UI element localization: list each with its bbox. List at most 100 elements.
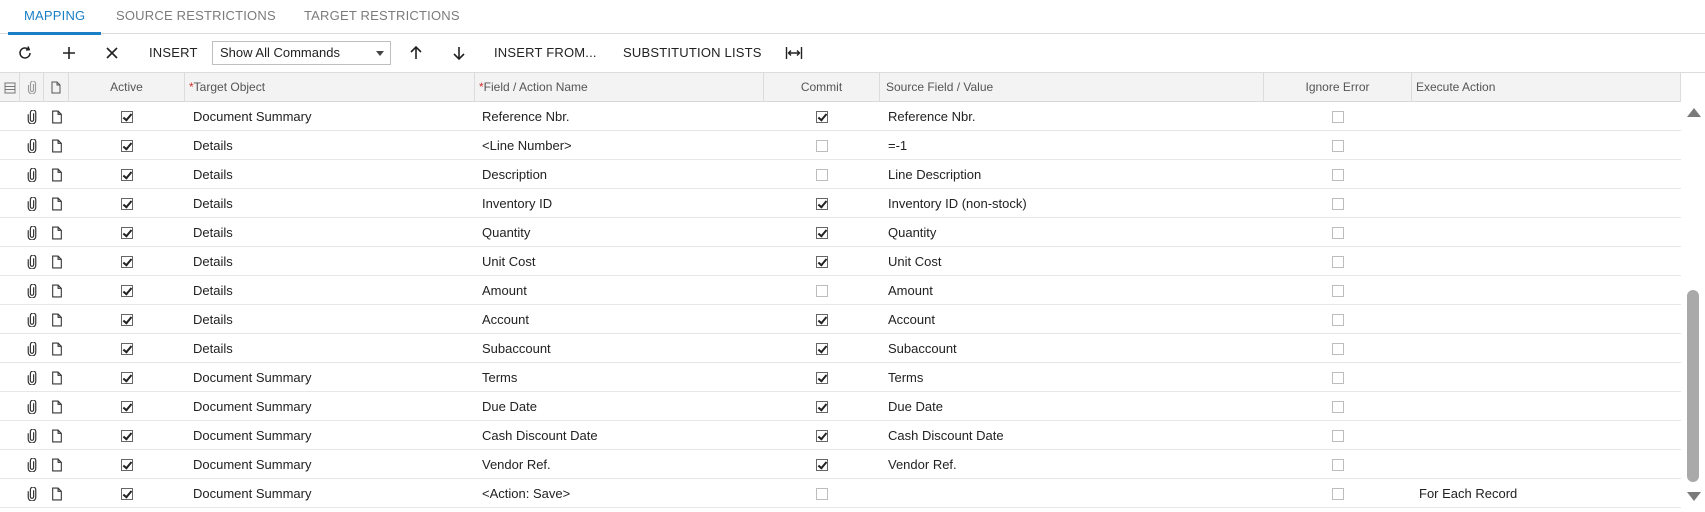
ignore-error-checkbox[interactable] <box>1332 255 1344 268</box>
execute-action-cell[interactable] <box>1419 218 1681 247</box>
commit-checkbox[interactable] <box>816 458 828 471</box>
source-field-cell[interactable]: Quantity <box>888 218 1264 247</box>
attachment-icon[interactable] <box>20 421 44 450</box>
table-row[interactable]: Details Description Line Description <box>0 160 1681 189</box>
commit-checkbox-cell[interactable] <box>764 218 880 247</box>
note-icon[interactable] <box>44 247 69 276</box>
target-object-cell[interactable]: Details <box>193 189 475 218</box>
source-field-cell[interactable]: Inventory ID (non-stock) <box>888 189 1264 218</box>
commit-checkbox[interactable] <box>816 313 828 326</box>
ignore-error-checkbox-cell[interactable] <box>1264 189 1412 218</box>
active-checkbox[interactable] <box>121 342 133 355</box>
active-checkbox[interactable] <box>121 429 133 442</box>
ignore-error-checkbox[interactable] <box>1332 313 1344 326</box>
table-row[interactable]: Details Unit Cost Unit Cost <box>0 247 1681 276</box>
column-header-ignore-error[interactable]: Ignore Error <box>1264 73 1412 102</box>
ignore-error-checkbox[interactable] <box>1332 168 1344 181</box>
execute-action-cell[interactable] <box>1419 131 1681 160</box>
attachment-icon[interactable] <box>20 305 44 334</box>
tab-source-restrictions[interactable]: SOURCE RESTRICTIONS <box>116 0 276 34</box>
commit-checkbox-cell[interactable] <box>764 334 880 363</box>
insert-from-button[interactable]: INSERT FROM... <box>494 41 597 65</box>
field-action-cell[interactable]: Description <box>482 160 764 189</box>
target-object-cell[interactable]: Details <box>193 160 475 189</box>
note-icon[interactable] <box>44 334 69 363</box>
ignore-error-checkbox[interactable] <box>1332 197 1344 210</box>
commit-checkbox-cell[interactable] <box>764 392 880 421</box>
ignore-error-checkbox[interactable] <box>1332 226 1344 239</box>
execute-action-cell[interactable] <box>1419 334 1681 363</box>
note-icon[interactable] <box>44 218 69 247</box>
source-field-cell[interactable]: Vendor Ref. <box>888 450 1264 479</box>
note-icon[interactable] <box>44 102 69 131</box>
commands-select[interactable]: Show All Commands <box>212 41 391 65</box>
source-field-cell[interactable]: Account <box>888 305 1264 334</box>
attachment-icon[interactable] <box>20 160 44 189</box>
attachment-icon[interactable] <box>20 392 44 421</box>
substitution-lists-button[interactable]: SUBSTITUTION LISTS <box>623 41 762 65</box>
source-field-cell[interactable] <box>888 479 1264 508</box>
execute-action-cell[interactable] <box>1419 160 1681 189</box>
source-field-cell[interactable]: Terms <box>888 363 1264 392</box>
commit-checkbox-cell[interactable] <box>764 276 880 305</box>
commit-checkbox-cell[interactable] <box>764 247 880 276</box>
active-checkbox-cell[interactable] <box>69 363 185 392</box>
attachment-icon[interactable] <box>20 363 44 392</box>
ignore-error-checkbox-cell[interactable] <box>1264 131 1412 160</box>
active-checkbox-cell[interactable] <box>69 276 185 305</box>
close-icon[interactable] <box>101 41 123 65</box>
ignore-error-checkbox-cell[interactable] <box>1264 102 1412 131</box>
note-icon[interactable] <box>44 479 69 508</box>
target-object-cell[interactable]: Details <box>193 305 475 334</box>
target-object-cell[interactable]: Details <box>193 247 475 276</box>
field-action-cell[interactable]: Vendor Ref. <box>482 450 764 479</box>
scroll-up-icon[interactable] <box>1687 108 1701 117</box>
target-object-cell[interactable]: Document Summary <box>193 450 475 479</box>
ignore-error-checkbox[interactable] <box>1332 429 1344 442</box>
field-action-cell[interactable]: Cash Discount Date <box>482 421 764 450</box>
field-action-cell[interactable]: <Line Number> <box>482 131 764 160</box>
source-field-cell[interactable]: Unit Cost <box>888 247 1264 276</box>
ignore-error-checkbox-cell[interactable] <box>1264 450 1412 479</box>
active-checkbox-cell[interactable] <box>69 305 185 334</box>
attachment-icon[interactable] <box>20 218 44 247</box>
attachment-icon[interactable] <box>20 276 44 305</box>
ignore-error-checkbox-cell[interactable] <box>1264 305 1412 334</box>
execute-action-cell[interactable] <box>1419 189 1681 218</box>
execute-action-cell[interactable] <box>1419 247 1681 276</box>
commit-checkbox[interactable] <box>816 342 828 355</box>
note-icon[interactable] <box>44 450 69 479</box>
note-icon[interactable] <box>44 276 69 305</box>
table-row[interactable]: Document Summary Cash Discount Date Cash D… <box>0 421 1681 450</box>
table-row[interactable]: Details <Line Number> =-1 <box>0 131 1681 160</box>
target-object-cell[interactable]: Document Summary <box>193 479 475 508</box>
commit-checkbox-cell[interactable] <box>764 160 880 189</box>
field-action-cell[interactable]: Terms <box>482 363 764 392</box>
active-checkbox-cell[interactable] <box>69 102 185 131</box>
table-row[interactable]: Details Subaccount Subaccount <box>0 334 1681 363</box>
commit-checkbox[interactable] <box>816 487 828 500</box>
execute-action-cell[interactable] <box>1419 305 1681 334</box>
ignore-error-checkbox-cell[interactable] <box>1264 218 1412 247</box>
source-field-cell[interactable]: Subaccount <box>888 334 1264 363</box>
commit-checkbox[interactable] <box>816 226 828 239</box>
attachment-icon[interactable] <box>20 102 44 131</box>
ignore-error-checkbox[interactable] <box>1332 139 1344 152</box>
table-row[interactable]: Details Account Account <box>0 305 1681 334</box>
note-icon[interactable] <box>44 363 69 392</box>
active-checkbox[interactable] <box>121 226 133 239</box>
attachment-icon[interactable] <box>20 247 44 276</box>
execute-action-cell[interactable] <box>1419 392 1681 421</box>
execute-action-cell[interactable] <box>1419 363 1681 392</box>
column-header-commit[interactable]: Commit <box>764 73 880 102</box>
note-icon[interactable] <box>44 392 69 421</box>
ignore-error-checkbox[interactable] <box>1332 458 1344 471</box>
column-header-source-field[interactable]: Source Field / Value <box>880 73 1264 102</box>
ignore-error-checkbox-cell[interactable] <box>1264 276 1412 305</box>
active-checkbox[interactable] <box>121 371 133 384</box>
source-field-cell[interactable]: Amount <box>888 276 1264 305</box>
active-checkbox[interactable] <box>121 400 133 413</box>
table-row[interactable]: Document Summary <Action: Save> For Each R… <box>0 479 1681 508</box>
commit-checkbox[interactable] <box>816 371 828 384</box>
target-object-cell[interactable]: Document Summary <box>193 363 475 392</box>
